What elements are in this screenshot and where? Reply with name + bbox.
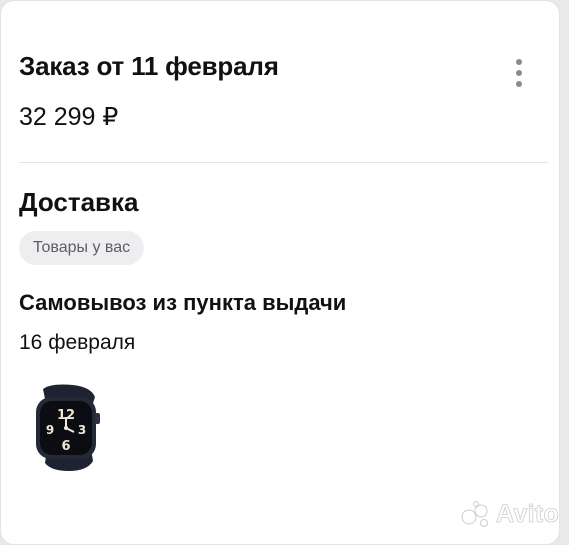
pickup-date: 16 февраля [19,331,136,354]
order-card: Заказ от 11 февраля 32 299 ₽ Доставка То… [0,0,560,545]
pickup-method: Самовывоз из пункта выдачи [19,290,347,315]
more-options-button[interactable] [501,55,537,91]
divider [19,162,548,163]
avito-watermark: Avito [460,499,559,529]
product-thumbnail[interactable]: 12 6 9 3 [21,379,117,475]
status-badge: Товары у вас [19,231,145,265]
watch-digit-3: 3 [78,423,86,437]
order-title: Заказ от 11 февраля [19,51,279,81]
watch-digit-6: 6 [61,439,70,454]
watch-digit-9: 9 [46,423,54,437]
order-price: 32 299 ₽ [19,103,119,131]
avito-logo-icon [461,501,488,527]
more-vertical-icon [516,59,522,87]
delivery-heading: Доставка [19,187,139,217]
watermark-text: Avito [496,499,560,528]
smartwatch-image: 12 6 9 3 [36,384,100,471]
